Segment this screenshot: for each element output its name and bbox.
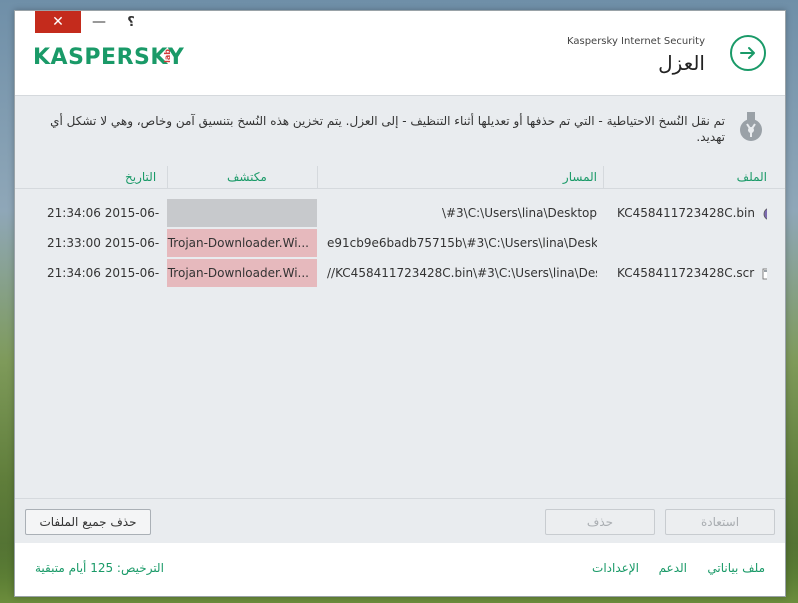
column-separator	[317, 166, 318, 188]
quarantine-window: ✕ — ؟ KASPERSKY lab Kaspersky Internet S…	[14, 10, 786, 597]
file-name: KC458411723428C.scr	[617, 266, 755, 280]
file-name: KC458411723428C.bin	[617, 206, 755, 220]
settings-link[interactable]: الإعدادات	[592, 561, 639, 575]
row-detected-cell: Trojan-Downloader.Wi...	[167, 229, 317, 257]
table-header: الملف المسار مكتشف التاريخ	[15, 166, 785, 189]
window-header: ✕ — ؟ KASPERSKY lab Kaspersky Internet S…	[15, 11, 785, 95]
header-divider	[15, 188, 785, 189]
table-row[interactable]: KC458411723428C.scr //KC458411723428C.bi…	[15, 258, 785, 288]
row-detected-cell: Trojan-Downloader.Wi...	[167, 259, 317, 287]
my-data-link[interactable]: ملف بياناتي	[707, 561, 765, 575]
bin-file-icon	[763, 207, 767, 220]
license-status[interactable]: الترخيص: 125 أيام متبقية	[35, 561, 164, 575]
logo-lab: lab	[163, 49, 172, 63]
help-button[interactable]: ؟	[119, 11, 143, 33]
quarantine-content: تم نقل النُسخ الاحتياطية - التي تم حذفها…	[15, 95, 785, 544]
logo-text: KASPERSKY	[33, 45, 185, 70]
row-path-cell: e91cb9e6badb75715b\#3\C:\Users\lina\Desk…	[327, 236, 597, 250]
column-header-date[interactable]: التاريخ	[125, 166, 156, 188]
delete-all-button[interactable]: حذف جميع الملفات	[25, 509, 151, 535]
row-file-cell: KC458411723428C.scr	[617, 258, 767, 288]
scr-file-icon	[762, 268, 767, 279]
support-link[interactable]: الدعم	[659, 561, 687, 575]
column-header-detected[interactable]: مكتشف	[227, 166, 267, 188]
column-header-path[interactable]: المسار	[563, 166, 597, 188]
action-bar: استعادة حذف حذف جميع الملفات	[15, 498, 785, 544]
column-separator	[603, 166, 604, 188]
info-text: تم نقل النُسخ الاحتياطية - التي تم حذفها…	[50, 114, 725, 144]
row-detected-cell	[167, 199, 317, 227]
page-title: العزل	[658, 51, 705, 75]
row-file-cell: KC458411723428C.bin	[617, 198, 767, 228]
row-path-cell: \#3\C:\Users\lina\Desktop	[441, 206, 597, 220]
quarantine-flask-icon	[735, 110, 767, 142]
info-panel: تم نقل النُسخ الاحتياطية - التي تم حذفها…	[27, 110, 767, 154]
row-date-cell: 21:34:06 2015-06-09	[47, 206, 159, 220]
row-date-cell: 21:34:06 2015-06-09	[47, 266, 159, 280]
row-file-cell	[617, 228, 767, 258]
column-header-file[interactable]: الملف	[737, 166, 767, 188]
row-path-cell: //KC458411723428C.bin\#3\C:\Users\lina\D…	[327, 266, 597, 280]
forward-arrow-icon[interactable]	[730, 35, 766, 71]
kaspersky-logo: KASPERSKY lab	[33, 45, 184, 70]
delete-button[interactable]: حذف	[545, 509, 655, 535]
table-row[interactable]: KC458411723428C.bin \#3\C:\Users\lina\De…	[15, 198, 785, 228]
bottom-bar: ملف بياناتي الدعم الإعدادات الترخيص: 125…	[15, 543, 785, 596]
minimize-button[interactable]: —	[87, 11, 111, 33]
arrow-right-icon	[740, 47, 755, 59]
restore-button[interactable]: استعادة	[665, 509, 775, 535]
product-name: Kaspersky Internet Security	[566, 36, 705, 47]
column-separator	[167, 166, 168, 188]
table-row[interactable]: e91cb9e6badb75715b\#3\C:\Users\lina\Desk…	[15, 228, 785, 258]
row-date-cell: 21:33:00 2015-06-09	[47, 236, 159, 250]
close-button[interactable]: ✕	[35, 11, 81, 33]
